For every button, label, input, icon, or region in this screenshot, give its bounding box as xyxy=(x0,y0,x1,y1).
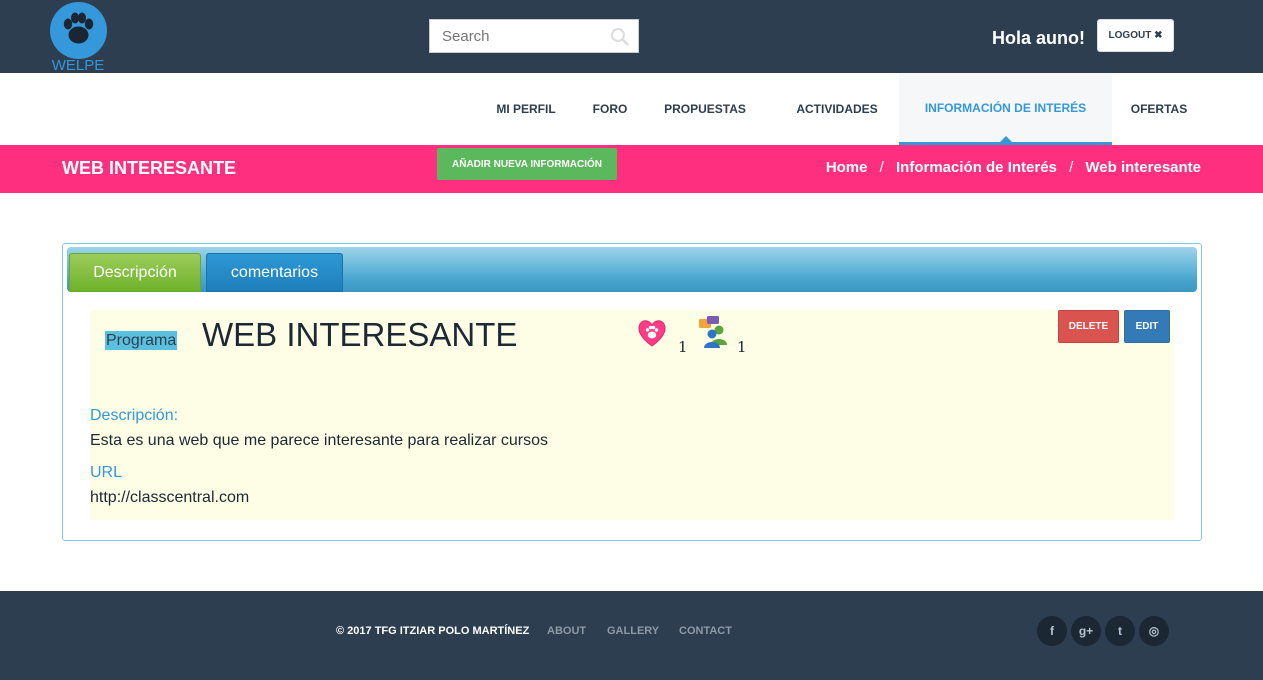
nav-item-informacion-de-interes[interactable]: INFORMACIÓN DE INTERÉS xyxy=(899,73,1112,145)
edit-button[interactable]: EDIT xyxy=(1124,310,1170,343)
breadcrumb-home[interactable]: Home xyxy=(826,159,868,176)
top-header: WELPE Hola auno! LOGOUT ✖ xyxy=(0,0,1263,74)
logo[interactable]: WELPE xyxy=(50,2,107,74)
twitter-icon[interactable]: t xyxy=(1105,616,1135,646)
main-nav: MI PERFIL FORO PROPUESTAS ACTIVIDADES IN… xyxy=(0,73,1263,145)
likes-count: 1 xyxy=(678,338,688,356)
nav-item-label: INFORMACIÓN DE INTERÉS xyxy=(924,100,1087,115)
footer: © 2017 TFG ITZIAR POLO MARTÍNEZ ABOUT GA… xyxy=(0,591,1263,680)
facebook-icon[interactable]: f xyxy=(1037,616,1067,646)
search-box xyxy=(429,19,639,53)
item-title: WEB INTERESANTE xyxy=(202,316,518,353)
search-icon[interactable] xyxy=(610,27,630,47)
google-plus-icon[interactable]: g+ xyxy=(1071,616,1101,646)
nav-item-propuestas[interactable]: PROPUESTAS xyxy=(646,73,764,145)
url-text[interactable]: http://classcentral.com xyxy=(90,489,249,507)
breadcrumb-separator: / xyxy=(879,159,884,176)
page-title-bar: WEB INTERESANTE AÑADIR NUEVA INFORMACIÓN… xyxy=(0,145,1263,193)
footer-link-gallery[interactable]: GALLERY xyxy=(607,625,659,637)
paw-icon xyxy=(63,12,94,44)
page-title: WEB INTERESANTE xyxy=(62,158,237,178)
item-content: Programa WEB INTERESANTE 1 1 DELETE EDIT… xyxy=(90,310,1174,520)
breadcrumb-informacion[interactable]: Información de Interés xyxy=(896,159,1057,176)
logo-circle xyxy=(50,2,107,59)
copyright-text: © 2017 TFG ITZIAR POLO MARTÍNEZ xyxy=(336,625,530,637)
info-panel: Descripción comentarios Programa WEB INT… xyxy=(62,243,1202,541)
description-label: Descripción: xyxy=(90,407,179,424)
logo-text: WELPE xyxy=(51,57,105,74)
tab-comentarios[interactable]: comentarios xyxy=(206,253,343,292)
delete-button[interactable]: DELETE xyxy=(1058,310,1119,343)
add-information-button[interactable]: AÑADIR NUEVA INFORMACIÓN xyxy=(437,148,617,180)
nav-item-mi-perfil[interactable]: MI PERFIL xyxy=(478,73,574,145)
nav-item-foro[interactable]: FORO xyxy=(574,73,646,145)
search-input[interactable] xyxy=(430,20,602,52)
breadcrumb-current: Web interesante xyxy=(1085,159,1201,176)
user-greeting: Hola auno! xyxy=(992,28,1085,48)
users-chat-icon[interactable] xyxy=(697,315,733,349)
category-badge: Programa xyxy=(105,331,178,350)
description-text: Esta es una web que me parece interesant… xyxy=(90,432,549,449)
logout-button[interactable]: LOGOUT ✖ xyxy=(1097,19,1174,52)
breadcrumb-separator: / xyxy=(1069,159,1074,176)
tab-bar: Descripción comentarios xyxy=(67,247,1197,292)
nav-item-ofertas[interactable]: OFERTAS xyxy=(1112,73,1206,145)
tab-descripcion[interactable]: Descripción xyxy=(69,253,201,292)
footer-link-about[interactable]: ABOUT xyxy=(547,625,586,637)
breadcrumb: Home / Información de Interés / Web inte… xyxy=(826,159,1201,176)
dribbble-icon[interactable]: ◎ xyxy=(1139,616,1169,646)
heart-paw-icon[interactable] xyxy=(636,318,668,348)
url-label: URL xyxy=(90,464,123,481)
footer-link-contact[interactable]: CONTACT xyxy=(679,625,732,637)
active-caret-icon xyxy=(998,136,1013,143)
comments-count: 1 xyxy=(737,338,747,356)
nav-item-actividades[interactable]: ACTIVIDADES xyxy=(776,73,898,145)
